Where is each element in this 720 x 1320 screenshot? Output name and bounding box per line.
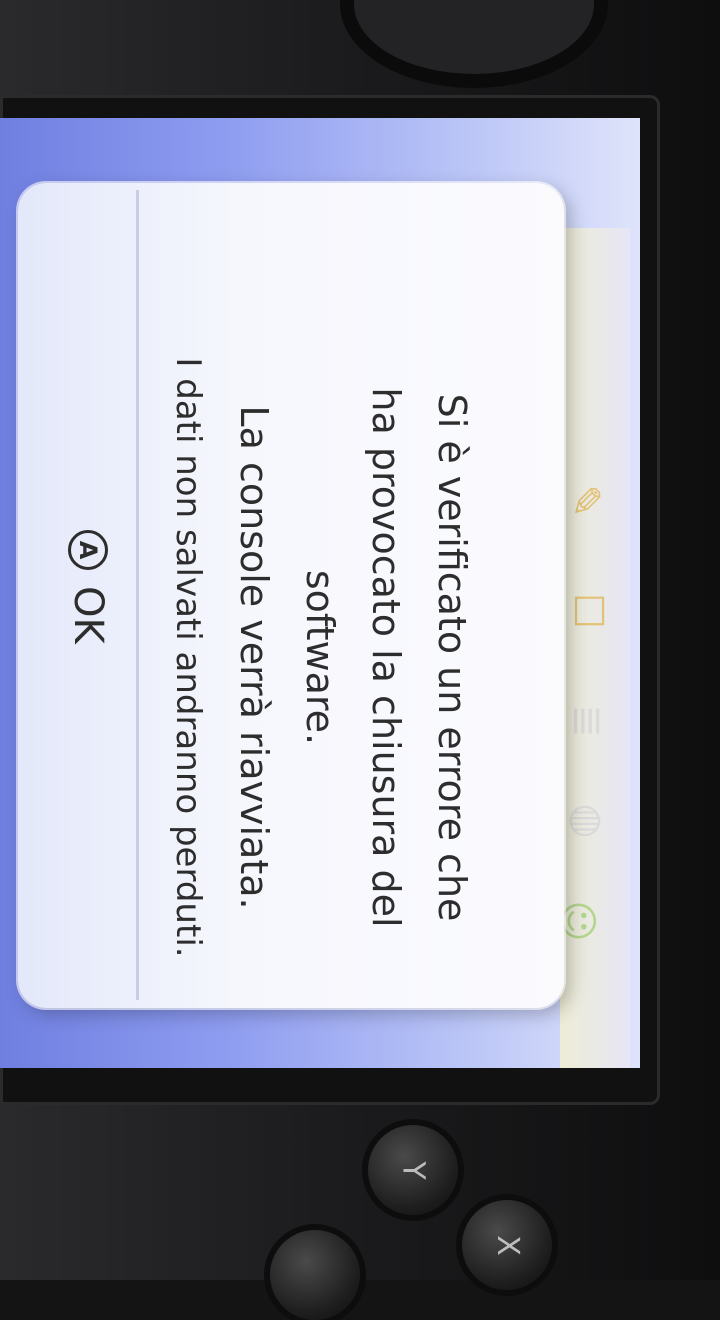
y-button-label: Y (395, 1160, 431, 1180)
ok-label: OK (65, 586, 111, 644)
error-message: Si è verificato un errore che ha provoca… (168, 325, 485, 990)
x-button-label: X (489, 1234, 525, 1256)
home-menu-toolbar (560, 228, 630, 1068)
message-line: Si è verificato un errore che (430, 393, 474, 922)
console-body: ✎ ☐ ≣ ◍ ☺ ➜ Si è verificato un errore ch… (0, 0, 720, 1320)
a-button-icon: A (68, 530, 108, 570)
x-button[interactable]: X (462, 1200, 552, 1290)
message-line: ha provocato la chiusura del (364, 387, 408, 928)
message-line: I dati non salvati andranno perduti. (168, 357, 208, 958)
circle-pad[interactable] (340, 0, 608, 88)
notes-icon: ≣ (563, 704, 610, 738)
y-button[interactable]: Y (368, 1125, 458, 1215)
message-line: La console verrà riavviata. (232, 405, 276, 910)
ok-button[interactable]: A OK (60, 530, 116, 720)
message-line: software. (298, 569, 342, 746)
pencil-icon: ✎ (561, 484, 608, 518)
b-button[interactable] (270, 1230, 360, 1320)
dialog-divider (136, 190, 139, 1000)
globe-icon: ◍ (564, 803, 611, 839)
message-icon: ☐ (564, 593, 611, 629)
